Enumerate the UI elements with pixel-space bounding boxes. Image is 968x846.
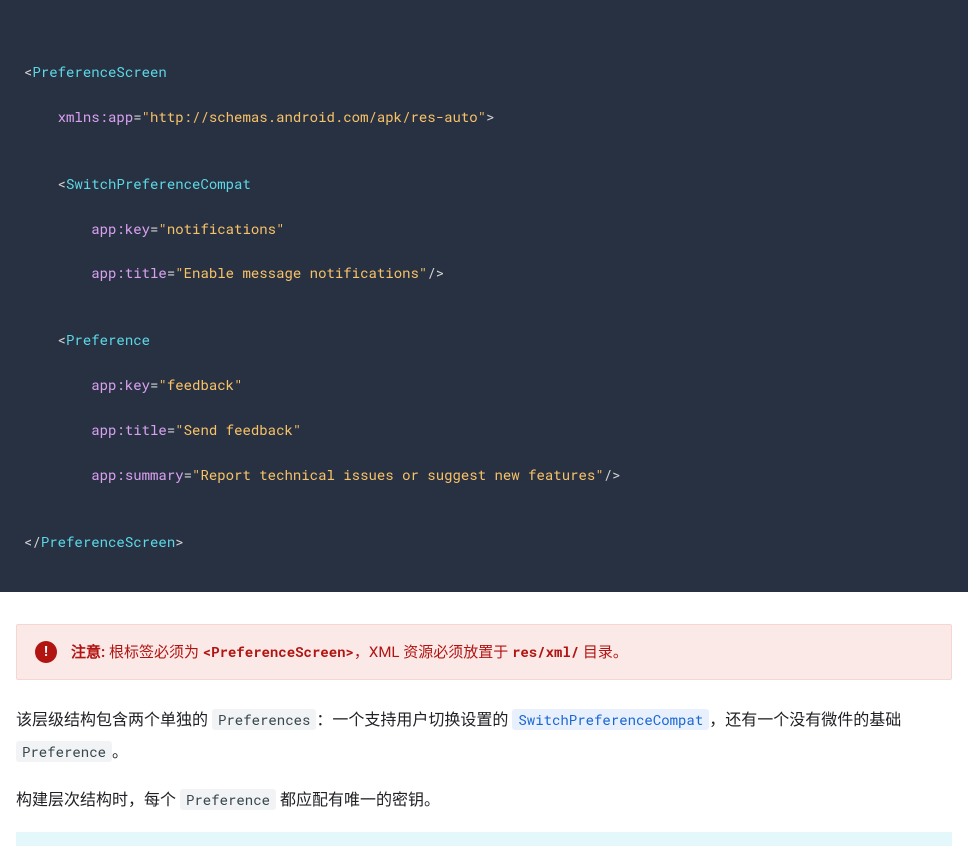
paragraph-2: 构建层次结构时，每个 Preference 都应配有唯一的密钥。 [16, 784, 952, 816]
attr-key: app:key [91, 219, 150, 238]
attr-xmlns: xmlns:app [58, 107, 134, 126]
link-switchpreferencecompat[interactable]: SwitchPreferenceCompat [512, 709, 709, 730]
code-preferences: Preferences [212, 709, 316, 730]
attr-summary: app:summary [91, 465, 183, 484]
attr-title-2: app:title [91, 420, 167, 439]
attr-key-2: app:key [91, 375, 150, 394]
attr-title: app:title [91, 263, 167, 282]
note-text: 注意: 根标签必须为 <PreferenceScreen>，XML 资源必须放置… [71, 641, 628, 664]
note-box: ! 注意: 根标签必须为 <PreferenceScreen>，XML 资源必须… [16, 624, 952, 681]
theme-toggle-icon[interactable] [920, 8, 936, 24]
note-code-path: res/xml/ [512, 642, 579, 661]
code-toolbar [920, 8, 960, 24]
xml-code-block: <PreferenceScreen xmlns:app="http://sche… [0, 0, 968, 592]
note-code-preferencescreen: <PreferenceScreen> [203, 642, 354, 661]
copy-icon[interactable] [944, 8, 960, 24]
paragraph-1: 该层级结构包含两个单独的 Preferences：一个支持用户切换设置的 Swi… [16, 704, 952, 768]
tag-preferencescreen-close: PreferenceScreen [41, 532, 175, 551]
code-preference: Preference [16, 741, 112, 762]
tag-preferencescreen-open: PreferenceScreen [32, 62, 166, 81]
warning-icon: ! [35, 641, 57, 663]
tag-preference: Preference [66, 330, 150, 349]
tag-switchpreferencecompat: SwitchPreferenceCompat [66, 174, 251, 193]
content-body: 该层级结构包含两个单独的 Preferences：一个支持用户切换设置的 Swi… [0, 704, 968, 816]
note-label: 注意: [71, 643, 105, 661]
code-preference-2: Preference [180, 789, 276, 810]
hint-block [16, 832, 952, 846]
